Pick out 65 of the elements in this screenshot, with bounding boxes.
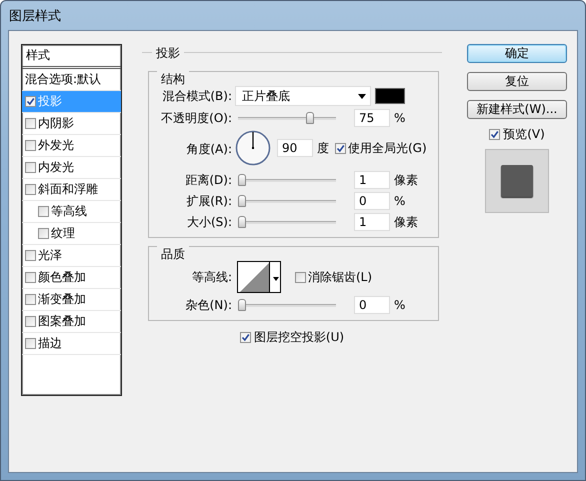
- dialog-button[interactable]: 确定: [467, 44, 567, 63]
- checkbox[interactable]: [25, 294, 36, 305]
- group-title: 品质: [157, 246, 189, 263]
- number-field[interactable]: 0: [354, 192, 390, 210]
- field-label: 混合模式(B):: [161, 88, 232, 104]
- unit-label: %: [394, 298, 406, 312]
- color-swatch[interactable]: [375, 88, 405, 104]
- dialog-button[interactable]: 新建样式(W)...: [467, 100, 567, 119]
- list-header: 样式: [22, 45, 121, 69]
- style-item[interactable]: 图案叠加: [22, 311, 121, 333]
- checkbox[interactable]: [25, 184, 36, 195]
- angle-dial[interactable]: [235, 130, 271, 166]
- checkbox[interactable]: [38, 228, 49, 239]
- style-item[interactable]: 纹理: [22, 223, 121, 245]
- checkbox[interactable]: [25, 118, 36, 129]
- number-field[interactable]: 1: [354, 213, 390, 231]
- checkbox-label: 消除锯齿(L): [308, 268, 372, 286]
- number-field[interactable]: 90: [277, 139, 313, 157]
- style-item[interactable]: 描边: [22, 333, 121, 355]
- style-item[interactable]: 等高线: [22, 201, 121, 223]
- checkbox[interactable]: [240, 332, 251, 343]
- style-item[interactable]: 内发光: [22, 157, 121, 179]
- style-item[interactable]: 渐变叠加: [22, 289, 121, 311]
- checkbox[interactable]: [38, 206, 49, 217]
- field-label: 不透明度(O):: [160, 110, 232, 126]
- field-label: 距离(D):: [184, 172, 232, 188]
- unit-label: 像素: [394, 172, 418, 188]
- number-field[interactable]: 0: [354, 296, 390, 314]
- group-title: 结构: [157, 71, 189, 88]
- field-label: 角度(A):: [185, 140, 232, 158]
- checkbox[interactable]: [25, 96, 36, 107]
- number-field[interactable]: 75: [354, 109, 390, 127]
- field-label: 扩展(R):: [185, 192, 232, 210]
- contour-picker[interactable]: [237, 261, 281, 293]
- style-item[interactable]: 颜色叠加: [22, 267, 121, 289]
- unit-label: 度: [317, 140, 329, 156]
- checkbox-label: 预览(V): [503, 126, 545, 143]
- section-title: 投影: [152, 46, 184, 60]
- checkbox[interactable]: [25, 272, 36, 283]
- field-label: 杂色(N):: [184, 296, 232, 314]
- style-item[interactable]: 光泽: [22, 245, 121, 267]
- blend-mode-dropdown[interactable]: 正片叠底: [235, 86, 371, 106]
- style-item[interactable]: 内阴影: [22, 113, 121, 135]
- unit-label: %: [394, 111, 406, 125]
- style-item[interactable]: 斜面和浮雕: [22, 179, 121, 201]
- dropdown-arrow-icon: [358, 94, 366, 98]
- checkbox[interactable]: [295, 272, 306, 282]
- checkbox[interactable]: [489, 129, 500, 140]
- checkbox[interactable]: [25, 250, 36, 261]
- window-title: 图层样式: [9, 8, 61, 24]
- preview-thumbnail: [485, 149, 549, 213]
- checkbox-label: 图层挖空投影(U): [254, 329, 344, 346]
- unit-label: %: [394, 194, 406, 208]
- checkbox[interactable]: [25, 316, 36, 327]
- checkbox[interactable]: [335, 142, 346, 154]
- checkbox-label: 使用全局光(G): [348, 140, 427, 156]
- number-field[interactable]: 1: [354, 171, 390, 189]
- checkbox[interactable]: [25, 338, 36, 349]
- unit-label: 像素: [394, 214, 418, 230]
- checkbox[interactable]: [25, 140, 36, 151]
- style-item[interactable]: 外发光: [22, 135, 121, 157]
- checkbox[interactable]: [25, 162, 36, 173]
- field-label: 等高线:: [190, 268, 232, 286]
- dialog-button[interactable]: 复位: [467, 72, 567, 91]
- field-label: 大小(S):: [186, 214, 232, 230]
